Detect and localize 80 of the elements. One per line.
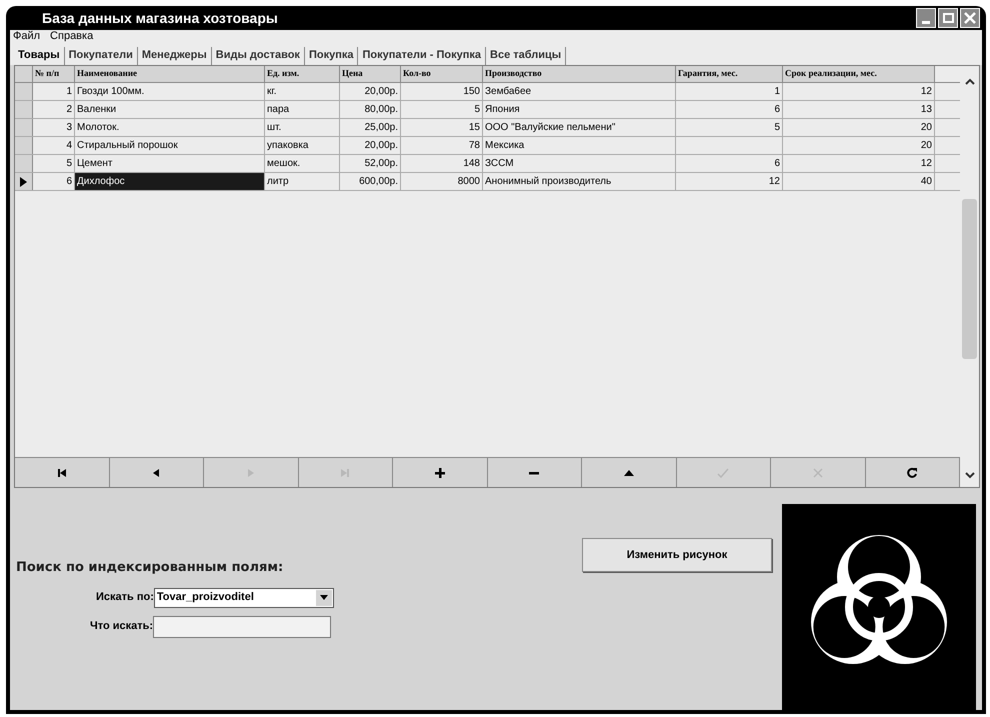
minimize-button[interactable]: [916, 8, 936, 28]
dropdown-arrow-icon: [320, 595, 328, 600]
table-cell[interactable]: 40: [783, 173, 935, 190]
table-cell[interactable]: Гвозди 100мм.: [75, 83, 265, 100]
table-cell[interactable]: 8000: [401, 173, 483, 190]
table-cell[interactable]: 4: [33, 137, 75, 154]
table-cell[interactable]: Анонимный производитель: [483, 173, 676, 190]
table-cell[interactable]: 6: [676, 101, 783, 118]
table-cell[interactable]: 148: [401, 155, 483, 172]
change-picture-button[interactable]: Изменить рисунок: [582, 538, 772, 572]
table-cell[interactable]: 12: [676, 173, 783, 190]
table-cell[interactable]: 5: [401, 101, 483, 118]
navigator-button[interactable]: [393, 458, 488, 487]
table-cell[interactable]: 12: [783, 83, 935, 100]
search-by-label: Искать по:: [96, 590, 154, 606]
table-cell[interactable]: 5: [676, 119, 783, 136]
table-cell[interactable]: 1: [676, 83, 783, 100]
table-cell[interactable]: 2: [33, 101, 75, 118]
table-cell[interactable]: 5: [33, 155, 75, 172]
table-cell[interactable]: Япония: [483, 101, 676, 118]
table-cell[interactable]: 20: [783, 119, 935, 136]
navigator-button[interactable]: [866, 458, 960, 487]
search-by-dropdown[interactable]: Tovar_proizvoditel: [154, 588, 334, 608]
table-cell[interactable]: Земба6ее: [483, 83, 676, 100]
navigator-button[interactable]: [110, 458, 204, 487]
table-cell[interactable]: 3: [33, 119, 75, 136]
window-title: База данных магазина хозтовары: [42, 8, 278, 28]
menu-item[interactable]: Справка: [50, 28, 94, 45]
table-cell[interactable]: ООО "Валуйские пельмени": [483, 119, 676, 136]
table-cell[interactable]: 20,00р.: [340, 137, 401, 154]
table-cell[interactable]: пара: [265, 101, 340, 118]
maximize-button[interactable]: [938, 8, 958, 28]
column-header[interactable]: Ед. изм.: [265, 66, 340, 82]
table-cell[interactable]: 78: [401, 137, 483, 154]
column-header[interactable]: № п/п: [33, 66, 75, 82]
table-cell[interactable]: шт.: [265, 119, 340, 136]
table-cell[interactable]: упаковка: [265, 137, 340, 154]
table-cell[interactable]: 13: [783, 101, 935, 118]
menu-item[interactable]: Файл: [13, 28, 40, 45]
table-cell[interactable]: 12: [783, 155, 935, 172]
table-cell[interactable]: Мексика: [483, 137, 676, 154]
table-cell[interactable]: ЗССМ: [483, 155, 676, 172]
table-cell[interactable]: 1: [33, 83, 75, 100]
table-cell[interactable]: литр: [265, 173, 340, 190]
table-cell[interactable]: Цемент: [75, 155, 265, 172]
column-header[interactable]: Срок реализации, мес.: [783, 66, 935, 82]
close-button[interactable]: [960, 8, 980, 28]
table-cell[interactable]: Дихлофос: [75, 173, 265, 190]
column-header[interactable]: Гарантия, мес.: [676, 66, 783, 82]
search-heading: Поиск по индексированным полям:: [16, 559, 284, 577]
scrollbar-thumb[interactable]: [962, 198, 977, 358]
close-icon: [964, 12, 976, 24]
table-cell[interactable]: Валенки: [75, 101, 265, 118]
search-what-label: Что искать:: [90, 619, 154, 634]
column-header[interactable]: Наименование: [75, 66, 265, 82]
scroll-up-icon: [964, 78, 974, 86]
column-header[interactable]: Цена: [340, 66, 401, 82]
table-cell[interactable]: 150: [401, 83, 483, 100]
table-cell[interactable]: 6: [676, 155, 783, 172]
table-cell[interactable]: 15: [401, 119, 483, 136]
navigator-button[interactable]: [488, 458, 582, 487]
table-cell[interactable]: 80,00р.: [340, 101, 401, 118]
column-header[interactable]: Производство: [483, 66, 676, 82]
table-cell[interactable]: 52,00р.: [340, 155, 401, 172]
table-cell[interactable]: Молоток.: [75, 119, 265, 136]
current-row-icon: [20, 176, 27, 186]
table-cell[interactable]: мешок.: [265, 155, 340, 172]
row-indicator[interactable]: [15, 173, 33, 190]
navigator-button[interactable]: [15, 458, 110, 487]
column-header[interactable]: Кол-во: [401, 66, 483, 82]
navigator-button[interactable]: [298, 458, 393, 487]
navigator-button[interactable]: [676, 458, 771, 487]
table-cell[interactable]: 20: [783, 137, 935, 154]
table-cell[interactable]: кг.: [265, 83, 340, 100]
scroll-down-icon: [964, 471, 974, 479]
table-cell[interactable]: Стиральный порошок: [75, 137, 265, 154]
table-cell[interactable]: 600,00р.: [340, 173, 401, 190]
table-cell[interactable]: 20,00р.: [340, 83, 401, 100]
table-cell[interactable]: 25,00р.: [340, 119, 401, 136]
search-text-field[interactable]: [153, 616, 332, 638]
